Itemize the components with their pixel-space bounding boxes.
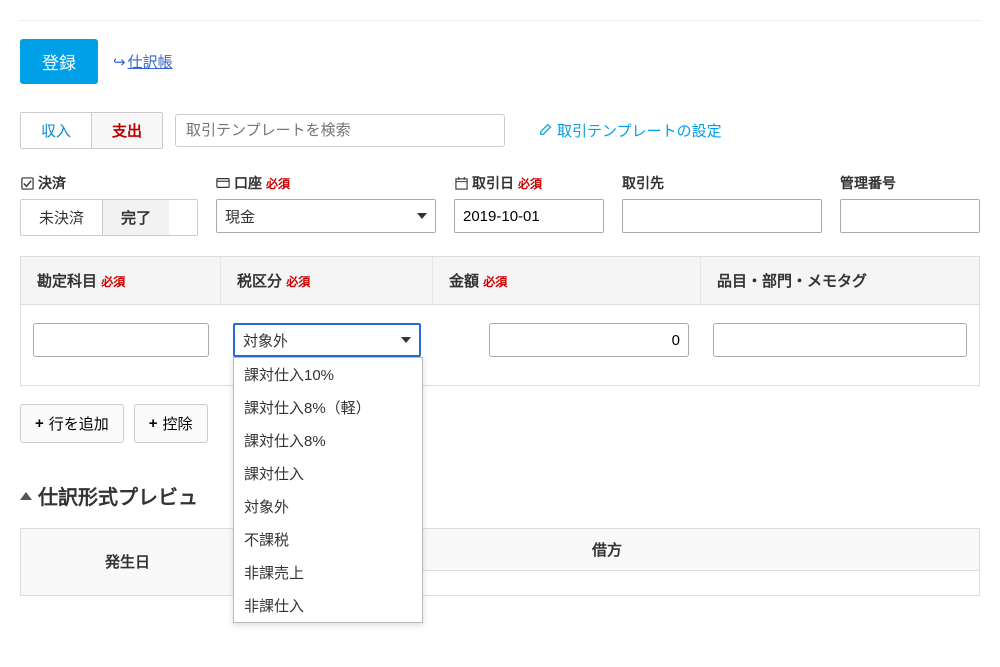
plus-icon: + [35,415,44,432]
income-tab[interactable]: 収入 [21,113,92,148]
template-settings-label: 取引テンプレートの設定 [557,123,722,140]
card-icon [216,176,230,190]
check-icon [20,176,34,190]
col-tax: 税区分 必須 [221,257,433,304]
account-item-input[interactable] [33,323,209,357]
edit-icon [539,122,553,140]
journal-link-label: 仕訳帳 [128,54,173,71]
dropdown-triangle-icon [417,213,427,219]
partner-input[interactable] [622,199,822,233]
plus-icon: + [149,415,158,432]
col-item: 品目・部門・メモタグ [701,257,979,304]
preview-title[interactable]: 仕訳形式プレビュ [20,481,980,510]
deduction-button[interactable]: + 控除 [134,404,208,443]
tax-option[interactable]: 非課仕入 [234,589,422,622]
dropdown-triangle-icon [401,337,411,343]
account-select[interactable]: 現金 [216,199,436,233]
tax-option[interactable]: 非課売上 [234,556,422,589]
partner-label: 取引先 [622,173,822,193]
tax-option[interactable]: 対象外 [234,490,422,523]
type-toggle: 収入 支出 [20,112,163,149]
expense-tab[interactable]: 支出 [92,113,162,148]
tax-option[interactable]: 不課税 [234,523,422,556]
template-settings-link[interactable]: 取引テンプレートの設定 [539,120,722,141]
col-amount: 金額 必須 [433,257,701,304]
tax-option[interactable]: 課対仕入8% [234,424,422,457]
add-row-button[interactable]: + 行を追加 [20,404,124,443]
share-icon: ↪ [113,53,126,71]
settlement-toggle: 未決済 完了 [20,199,198,236]
col-account: 勘定科目 必須 [21,257,221,304]
entry-table: 勘定科目 必須 税区分 必須 金額 必須 品目・部門・メモタグ 対象外 課対仕入… [20,256,980,386]
required-badge: 必須 [518,175,542,192]
register-button[interactable]: 登録 [20,39,98,84]
account-label: 口座 必須 [216,173,436,193]
mgmt-number-input[interactable] [840,199,980,233]
item-memo-input[interactable] [713,323,967,357]
tax-dropdown: 課対仕入10%課対仕入8%（軽）課対仕入8%課対仕入対象外不課税非課売上非課仕入 [233,357,423,623]
template-search-input[interactable] [175,114,505,147]
settlement-done[interactable]: 完了 [103,200,169,235]
mgmt-label: 管理番号 [840,173,980,193]
required-badge: 必須 [266,175,290,192]
chevron-up-icon [20,492,32,500]
preview-table: 発生日 借方 [20,528,980,596]
tax-option[interactable]: 課対仕入8%（軽） [234,391,422,424]
settlement-pending[interactable]: 未決済 [21,200,103,235]
tax-select[interactable]: 対象外 [233,323,421,357]
date-input[interactable] [454,199,604,233]
tax-option[interactable]: 課対仕入10% [234,358,422,391]
preview-col-date: 発生日 [21,529,235,595]
amount-input[interactable] [489,323,689,357]
calendar-icon [454,176,468,190]
settlement-label: 決済 [20,173,198,193]
tax-option[interactable]: 課対仕入 [234,457,422,490]
date-label: 取引日 必須 [454,173,604,193]
journal-link[interactable]: ↪仕訳帳 [113,51,173,72]
